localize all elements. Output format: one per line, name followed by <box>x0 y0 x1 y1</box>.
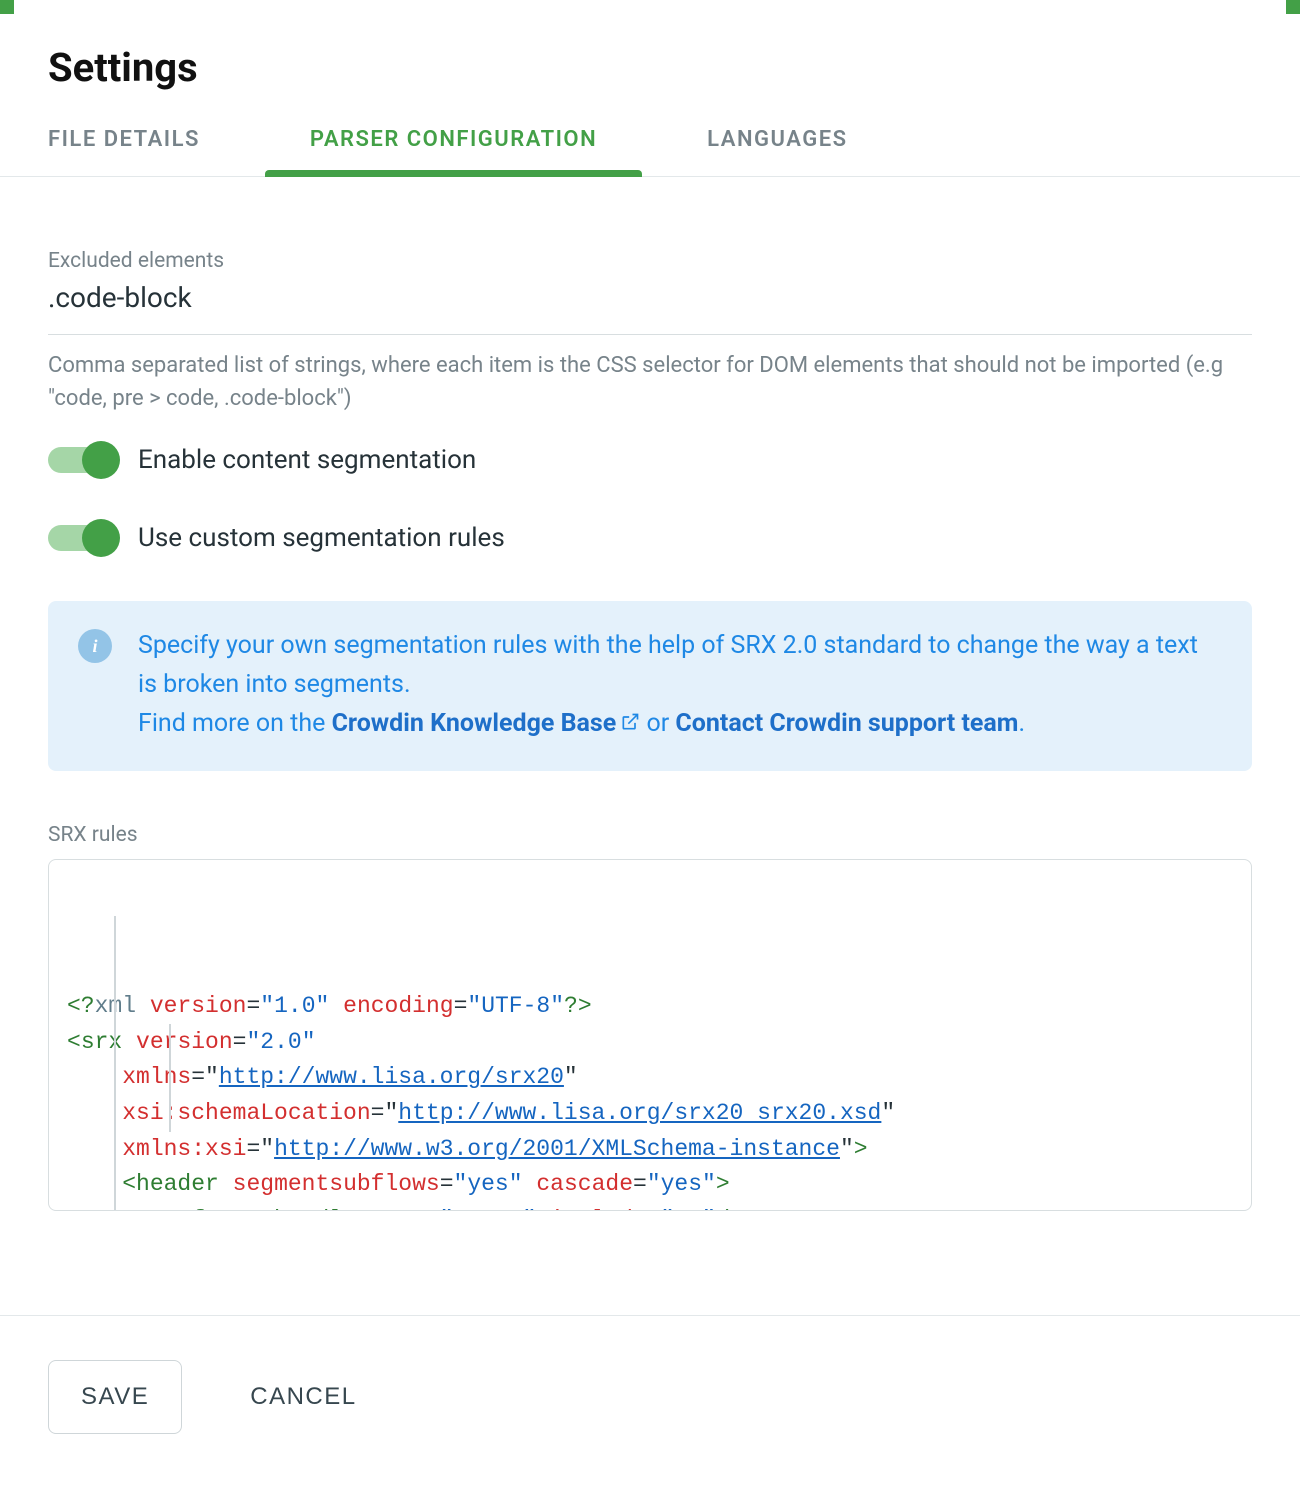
save-button[interactable]: SAVE <box>48 1360 182 1434</box>
footer: SAVE CANCEL <box>0 1315 1300 1490</box>
info-line-1: Specify your own segmentation rules with… <box>138 631 1198 699</box>
srx-rules-editor[interactable]: <?xml version="1.0" encoding="UTF-8"?> <… <box>48 859 1252 1211</box>
window-corner <box>1286 0 1300 14</box>
toggle-content-segmentation-label: Enable content segmentation <box>138 445 476 475</box>
info-or: or <box>646 709 675 738</box>
external-link-icon <box>620 712 640 732</box>
link-contact-support[interactable]: Contact Crowdin support team <box>675 709 1018 738</box>
tab-languages[interactable]: LANGUAGES <box>707 127 847 176</box>
srx-rules-label: SRX rules <box>48 823 1252 847</box>
toggle-custom-rules[interactable] <box>48 525 114 551</box>
info-icon: i <box>78 629 112 663</box>
tabs: FILE DETAILS PARSER CONFIGURATION LANGUA… <box>0 91 1300 177</box>
excluded-elements-label: Excluded elements <box>48 249 1252 273</box>
info-text: Specify your own segmentation rules with… <box>138 627 1222 743</box>
tab-parser-configuration[interactable]: PARSER CONFIGURATION <box>310 127 597 176</box>
link-knowledge-base[interactable]: Crowdin Knowledge Base <box>332 709 641 738</box>
excluded-elements-input[interactable] <box>48 281 1252 335</box>
page-title: Settings <box>48 44 1252 91</box>
cancel-button[interactable]: CANCEL <box>218 1361 388 1433</box>
info-prefix: Find more on the <box>138 709 332 738</box>
info-box: i Specify your own segmentation rules wi… <box>48 601 1252 771</box>
toggle-content-segmentation[interactable] <box>48 447 114 473</box>
tab-file-details[interactable]: FILE DETAILS <box>48 127 200 176</box>
toggle-custom-rules-label: Use custom segmentation rules <box>138 523 505 553</box>
window-corner <box>0 0 14 14</box>
excluded-elements-help: Comma separated list of strings, where e… <box>48 349 1252 415</box>
